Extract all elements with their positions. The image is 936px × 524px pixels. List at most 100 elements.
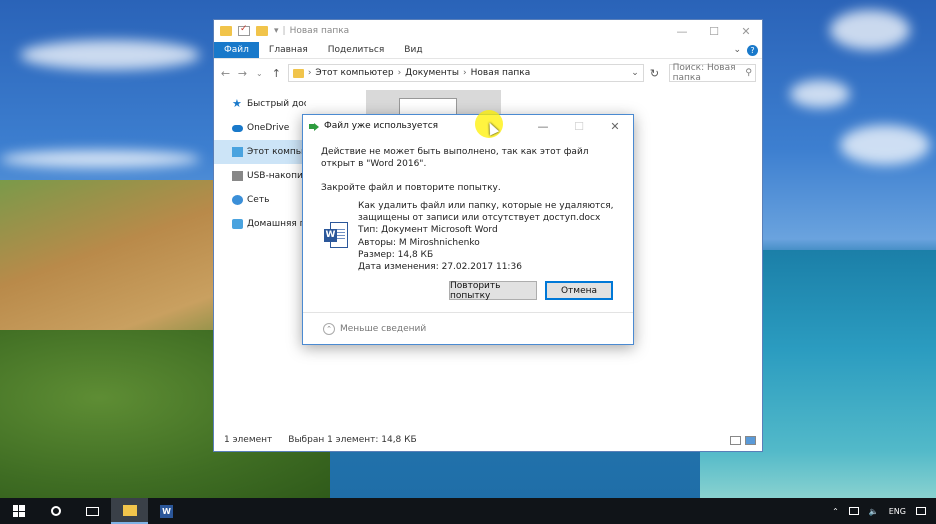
cloud-icon — [232, 124, 243, 132]
dialog-titlebar: Файл уже используется — ☐ ✕ — [303, 115, 633, 137]
search-icon — [50, 506, 61, 516]
chevron-right-icon[interactable]: › — [398, 68, 402, 78]
expand-ribbon-icon[interactable]: ⌄ — [733, 45, 741, 55]
language-indicator[interactable]: ENG — [889, 507, 906, 516]
windows-logo-icon — [12, 505, 25, 517]
system-tray: ⌃ 🔈 ENG — [832, 507, 936, 516]
status-selection: Выбран 1 элемент: 14,8 КБ — [288, 435, 417, 445]
large-icons-view-icon[interactable] — [745, 435, 756, 445]
up-arrow-icon[interactable]: ↑ — [271, 67, 282, 80]
tab-file[interactable]: Файл — [214, 42, 259, 58]
breadcrumb-this-pc[interactable]: Этот компьютер — [315, 68, 393, 78]
recent-locations-chevron-icon[interactable]: ⌄ — [254, 69, 265, 78]
title-separator: | — [282, 26, 286, 36]
task-view-button[interactable] — [74, 498, 111, 524]
dialog-message: Действие не может быть выполнено, так ка… — [321, 147, 589, 169]
cloud-decoration — [830, 10, 910, 50]
maximize-button[interactable]: ☐ — [698, 25, 730, 38]
navigation-bar: ← → ⌄ ↑ › Этот компьютер › Документы › Н… — [214, 59, 762, 87]
sidebar-item-label: USB-накопитель — [247, 171, 306, 181]
search-input[interactable]: Поиск: Новая папка ⚲ — [668, 63, 756, 83]
navigation-pane: ★ Быстрый доступ OneDrive Этот компьютер… — [214, 92, 306, 236]
tab-view[interactable]: Вид — [394, 42, 432, 58]
word-document-icon: W — [324, 222, 348, 248]
help-icon[interactable]: ? — [747, 44, 758, 56]
network-icon[interactable] — [848, 507, 859, 515]
back-arrow-icon[interactable]: ← — [220, 67, 231, 80]
tab-home[interactable]: Главная — [259, 42, 318, 58]
sidebar-item-homegroup[interactable]: Домашняя группа — [214, 212, 306, 236]
explorer-titlebar: ▾ | Новая папка — ☐ ✕ — [214, 20, 762, 42]
cloud-decoration — [0, 150, 200, 168]
file-in-use-dialog: Файл уже используется — ☐ ✕ Действие не … — [302, 114, 634, 345]
start-button[interactable] — [0, 498, 37, 524]
sidebar-item-label: Быстрый доступ — [247, 99, 306, 109]
sidebar-item-this-pc[interactable]: Этот компьютер — [214, 140, 306, 164]
dialog-minimize-button[interactable]: — — [525, 120, 561, 133]
status-bar: 1 элемент Выбран 1 элемент: 14,8 КБ — [214, 429, 762, 451]
search-placeholder: Поиск: Новая папка — [672, 63, 736, 83]
properties-icon[interactable] — [238, 24, 250, 36]
star-icon: ★ — [232, 97, 242, 110]
search-button[interactable] — [37, 498, 74, 524]
cloud-decoration — [790, 80, 850, 108]
sidebar-item-label: Этот компьютер — [247, 147, 306, 157]
usb-drive-icon — [232, 171, 243, 181]
address-dropdown-icon[interactable]: ⌄ — [631, 68, 639, 78]
file-type: Тип: Документ Microsoft Word — [358, 225, 498, 236]
sidebar-item-label: Сеть — [247, 195, 270, 205]
less-details-toggle[interactable]: ⌃ Меньше сведений — [303, 312, 633, 344]
new-folder-icon[interactable] — [256, 26, 268, 36]
word-icon: W — [160, 504, 173, 518]
less-details-label: Меньше сведений — [340, 323, 427, 334]
cloud-decoration — [840, 125, 930, 165]
tab-share[interactable]: Поделиться — [318, 42, 395, 58]
close-button[interactable]: ✕ — [730, 25, 762, 38]
notifications-icon[interactable] — [916, 507, 926, 515]
cancel-button[interactable]: Отмена — [545, 281, 613, 300]
details-view-icon[interactable] — [730, 435, 741, 445]
window-title: Новая папка — [289, 26, 350, 36]
search-icon: ⚲ — [745, 68, 752, 78]
taskbar-word[interactable]: W — [148, 498, 185, 524]
address-bar[interactable]: › Этот компьютер › Документы › Новая пап… — [287, 64, 644, 82]
chevron-up-icon: ⌃ — [323, 322, 335, 335]
task-view-icon — [86, 506, 99, 516]
forward-arrow-icon[interactable]: → — [237, 67, 248, 80]
sidebar-item-label: OneDrive — [247, 123, 290, 133]
sidebar-item-network[interactable]: Сеть — [214, 188, 306, 212]
taskbar-file-explorer[interactable] — [111, 498, 148, 524]
sidebar-item-quick-access[interactable]: ★ Быстрый доступ — [214, 92, 306, 116]
cloud-decoration — [20, 40, 200, 70]
status-item-count: 1 элемент — [224, 435, 273, 445]
breadcrumb-documents[interactable]: Документы — [405, 68, 459, 78]
file-size: Размер: 14,8 КБ — [358, 249, 434, 260]
computer-icon — [232, 147, 243, 157]
folder-icon — [220, 26, 232, 36]
file-authors: Авторы: M Miroshnichenko — [358, 237, 480, 248]
refresh-icon[interactable]: ↻ — [650, 67, 663, 80]
file-info: Как удалить файл или папку, которые не у… — [358, 200, 623, 273]
folder-icon — [292, 68, 304, 78]
sidebar-item-label: Домашняя группа — [247, 219, 306, 229]
sidebar-item-onedrive[interactable]: OneDrive — [214, 116, 306, 140]
dialog-close-button[interactable]: ✕ — [597, 120, 633, 133]
taskbar: W ⌃ 🔈 ENG — [0, 498, 936, 524]
sidebar-item-usb[interactable]: USB-накопитель — [214, 164, 306, 188]
dialog-title: Файл уже используется — [324, 121, 439, 131]
ribbon-tabs: Файл Главная Поделиться Вид ⌄ ? — [214, 42, 762, 59]
dialog-hint: Закройте файл и повторите попытку. — [321, 183, 501, 193]
homegroup-icon — [232, 219, 243, 229]
file-modified: Дата изменения: 27.02.2017 11:36 — [358, 262, 522, 273]
network-icon — [232, 195, 243, 205]
file-move-icon — [309, 122, 320, 131]
retry-button[interactable]: Повторить попытку — [449, 281, 537, 301]
minimize-button[interactable]: — — [666, 25, 698, 38]
chevron-right-icon[interactable]: › — [308, 68, 312, 78]
quick-access-dropdown-icon[interactable]: ▾ — [274, 26, 279, 36]
breadcrumb-new-folder[interactable]: Новая папка — [471, 68, 531, 78]
volume-icon[interactable]: 🔈 — [869, 507, 879, 516]
chevron-right-icon[interactable]: › — [463, 68, 467, 78]
dialog-maximize-button: ☐ — [574, 119, 584, 133]
chevron-up-icon[interactable]: ⌃ — [832, 507, 839, 516]
